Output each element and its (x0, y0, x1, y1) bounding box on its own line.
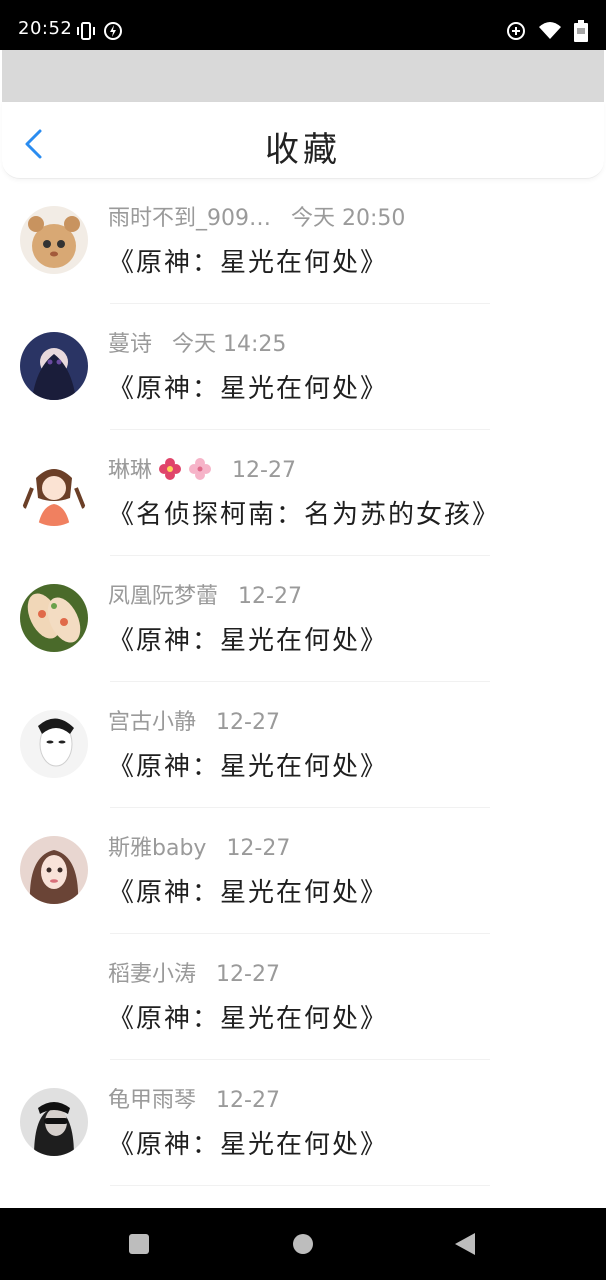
favorite-item[interactable]: 宫古小静 12-27 《原神：星光在何处》 (0, 682, 606, 808)
charging-bolt-icon (104, 22, 122, 44)
home-circle-icon[interactable] (289, 1230, 317, 1258)
favorite-item[interactable]: 凤凰阮梦蕾 12-27 《原神：星光在何处》 (0, 556, 606, 682)
favorite-item[interactable]: 龟甲雨琴 12-27 《原神：星光在何处》 (0, 1060, 606, 1186)
favorite-item[interactable]: 斯雅baby 12-27 《原神：星光在何处》 (0, 808, 606, 934)
divider (110, 1185, 490, 1186)
vibrate-icon (76, 22, 96, 44)
favorite-item[interactable]: 稻妻小涛 12-27 《原神：星光在何处》 (0, 934, 606, 1060)
timestamp: 12-27 (216, 962, 280, 987)
system-navigation-bar (0, 1208, 606, 1280)
user-name: 琳琳 (108, 458, 153, 483)
timestamp: 12-27 (226, 836, 291, 861)
avatar[interactable] (20, 1088, 88, 1156)
page-title: 收藏 (265, 130, 341, 170)
screen: 20:52 收藏 雨时不到_909… 今天 20:50 《原神：星光在何处》 蔓… (0, 0, 606, 1280)
favorite-item[interactable]: 雨时不到_909… 今天 20:50 《原神：星光在何处》 (0, 178, 606, 304)
battery-icon (574, 20, 588, 46)
recents-square-icon[interactable] (125, 1230, 153, 1258)
user-name: 蔓诗 (108, 332, 153, 357)
item-meta: 宫古小静 12-27 (108, 704, 280, 736)
user-name: 斯雅baby (108, 836, 207, 861)
avatar[interactable] (20, 584, 88, 652)
favorite-title: 《原神：星光在何处》 (108, 1004, 389, 1034)
favorite-title: 《原神：星光在何处》 (108, 1130, 389, 1160)
toolbar-placeholder (2, 50, 604, 102)
item-meta: 雨时不到_909… 今天 20:50 (108, 200, 405, 232)
timestamp: 12-27 (232, 458, 296, 483)
timestamp: 12-27 (216, 710, 280, 735)
item-meta: 凤凰阮梦蕾 12-27 (108, 578, 302, 610)
favorites-list: 雨时不到_909… 今天 20:50 《原神：星光在何处》 蔓诗 今天 14:25 … (0, 178, 606, 1186)
item-meta: 琳琳 12-27 (108, 452, 296, 484)
user-name: 凤凰阮梦蕾 (108, 584, 219, 609)
user-name: 宫古小静 (108, 710, 197, 735)
wifi-icon (538, 21, 562, 45)
avatar[interactable] (20, 836, 88, 904)
back-triangle-icon[interactable] (451, 1230, 479, 1258)
favorite-title: 《原神：星光在何处》 (108, 752, 389, 782)
favorite-title: 《名侦探柯南：名为苏的女孩》 (108, 500, 501, 530)
status-left-icons (76, 22, 122, 44)
favorite-item[interactable]: 琳琳 12-27 《名侦探柯南：名为苏的女孩》 (0, 430, 606, 556)
user-name: 龟甲雨琴 (108, 1088, 197, 1113)
item-meta: 蔓诗 今天 14:25 (108, 326, 286, 358)
favorite-title: 《原神：星光在何处》 (108, 626, 389, 656)
favorite-title: 《原神：星光在何处》 (108, 878, 389, 908)
data-saver-icon (506, 21, 526, 45)
timestamp: 12-27 (216, 1088, 280, 1113)
timestamp: 今天 14:25 (172, 332, 287, 357)
cherry-blossom-icon (188, 457, 212, 481)
user-name: 稻妻小涛 (108, 962, 197, 987)
status-right-icons (506, 20, 588, 46)
header-bar: 收藏 (2, 102, 604, 179)
item-meta: 斯雅baby 12-27 (108, 830, 290, 862)
avatar[interactable] (20, 962, 88, 1030)
item-meta: 龟甲雨琴 12-27 (108, 1082, 280, 1114)
status-time: 20:52 (18, 18, 73, 39)
favorite-title: 《原神：星光在何处》 (108, 248, 389, 278)
timestamp: 今天 20:50 (291, 206, 406, 231)
timestamp: 12-27 (238, 584, 302, 609)
status-bar: 20:52 (0, 0, 606, 50)
item-meta: 稻妻小涛 12-27 (108, 956, 280, 988)
hibiscus-icon (158, 457, 182, 481)
favorite-item[interactable]: 蔓诗 今天 14:25 《原神：星光在何处》 (0, 304, 606, 430)
user-name: 雨时不到_909… (108, 206, 271, 231)
favorite-title: 《原神：星光在何处》 (108, 374, 389, 404)
avatar[interactable] (20, 206, 88, 274)
avatar[interactable] (20, 710, 88, 778)
avatar[interactable] (20, 332, 88, 400)
avatar[interactable] (20, 458, 88, 526)
